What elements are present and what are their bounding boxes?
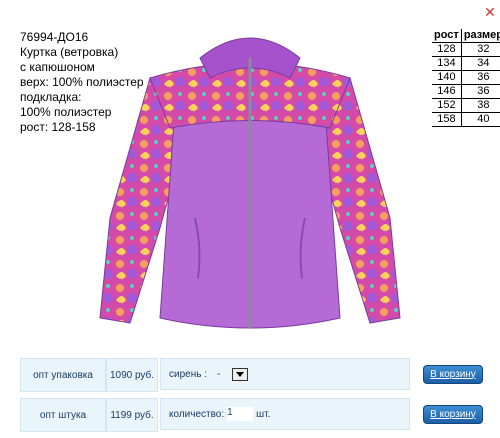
size-value: 36	[461, 70, 500, 85]
offer-row-piece: опт штука 1199 руб. количество: 1 шт. В …	[20, 398, 492, 432]
offer-rows: опт упаковка 1090 руб. сирень : - В корз…	[20, 358, 492, 438]
quantity-field: количество: 1 шт.	[160, 398, 410, 430]
size-height: 146	[432, 84, 462, 99]
size-header-height: рост	[432, 29, 462, 43]
size-header-size: размер	[461, 29, 500, 43]
table-row: 152 38	[432, 98, 500, 113]
table-row: 158 40	[432, 112, 500, 127]
quantity-label: количество:	[169, 408, 225, 420]
size-value: 32	[461, 42, 500, 57]
offer-row-pack: опт упаковка 1090 руб. сирень : - В корз…	[20, 358, 492, 392]
table-row: 128 32	[432, 42, 500, 57]
close-icon[interactable]: ✕	[484, 5, 496, 19]
size-height: 128	[432, 42, 462, 57]
size-value: 34	[461, 56, 500, 71]
size-value: 40	[461, 112, 500, 127]
size-height: 140	[432, 70, 462, 85]
cart-cell: В корзину	[414, 398, 492, 430]
add-to-cart-button[interactable]: В корзину	[423, 364, 483, 384]
size-value: 36	[461, 84, 500, 99]
size-value: 38	[461, 98, 500, 113]
color-label: сирень :	[169, 368, 207, 380]
cart-cell: В корзину	[414, 358, 492, 390]
quantity-unit: шт.	[256, 408, 271, 420]
quantity-input[interactable]: 1	[227, 407, 254, 421]
table-row: 134 34	[432, 56, 500, 71]
color-select: сирень : -	[160, 358, 410, 390]
size-height: 158	[432, 112, 462, 127]
offer-price: 1090 руб.	[106, 358, 158, 392]
table-row: 146 36	[432, 84, 500, 99]
chevron-down-icon[interactable]	[232, 367, 249, 381]
size-height: 152	[432, 98, 462, 113]
color-value[interactable]: -	[217, 369, 220, 380]
offer-label: опт упаковка	[20, 358, 106, 392]
add-to-cart-button[interactable]: В корзину	[423, 404, 483, 424]
size-table: рост размер 128 32 134 34 140 36 146 36 152 3…	[432, 29, 500, 127]
offer-price: 1199 руб.	[106, 398, 158, 432]
offer-label: опт штука	[20, 398, 106, 432]
table-row: 140 36	[432, 70, 500, 85]
jacket-image	[99, 37, 401, 329]
size-height: 134	[432, 56, 462, 71]
